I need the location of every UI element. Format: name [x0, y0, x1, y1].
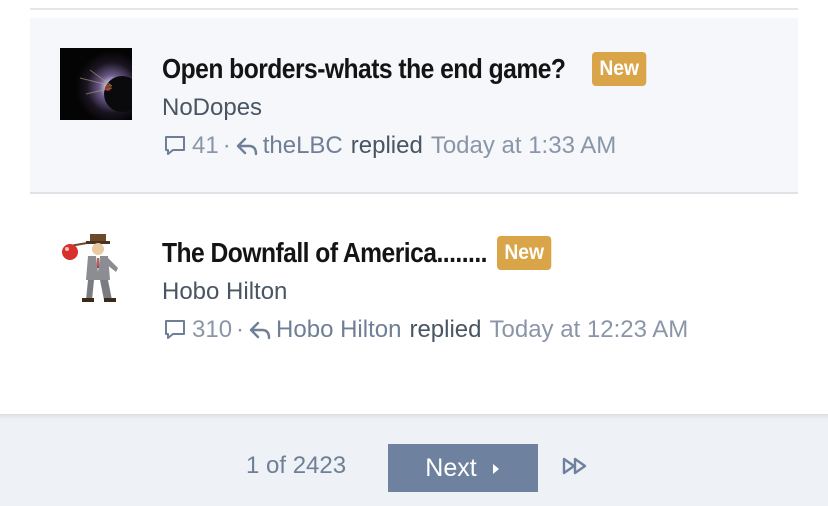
speech-bubble-icon: [162, 133, 188, 159]
next-page-button[interactable]: Next: [388, 444, 538, 492]
reply-verb: replied: [409, 316, 482, 343]
last-replier[interactable]: theLBC: [263, 132, 343, 160]
last-replier[interactable]: Hobo Hilton: [276, 316, 401, 344]
speech-bubble-icon: [162, 317, 188, 343]
reply-count: 41: [192, 132, 219, 159]
page-info[interactable]: 1 of 2423: [246, 452, 346, 480]
next-label: Next: [425, 453, 477, 482]
thread-title-row: The Downfall of America........ New: [162, 236, 557, 270]
thread-title-row: Open borders-whats the end game? New: [162, 52, 652, 86]
thread-item: Open borders-whats the end game? New NoD…: [30, 18, 798, 194]
thread-title[interactable]: Open borders-whats the end game?: [162, 53, 566, 85]
new-badge: New: [592, 52, 647, 86]
thread-author[interactable]: NoDopes: [162, 94, 262, 122]
separator: ·: [222, 132, 231, 159]
thread-meta: 41 · theLBC replied Today at 1:33 AM: [162, 132, 616, 160]
divider: [30, 8, 798, 10]
pagination-bar: 1 of 2423 Next: [0, 414, 828, 506]
separator: ·: [236, 316, 245, 343]
last-page-button[interactable]: [560, 456, 590, 480]
thread-meta: 310 · Hobo Hilton replied Today at 12:23…: [162, 316, 688, 344]
thread-title[interactable]: The Downfall of America........: [162, 237, 488, 269]
thread-item: The Downfall of America........ New Hobo…: [30, 194, 798, 376]
avatar[interactable]: [60, 48, 132, 120]
double-triangle-right-icon: [561, 456, 589, 481]
reply-verb: replied: [350, 132, 423, 159]
avatar[interactable]: [60, 232, 132, 304]
reply-arrow-icon: [248, 319, 272, 341]
thread-author[interactable]: Hobo Hilton: [162, 278, 287, 306]
thread-list: Open borders-whats the end game? New NoD…: [0, 0, 828, 414]
last-reply-time[interactable]: Today at 1:33 AM: [431, 132, 616, 160]
last-reply-time[interactable]: Today at 12:23 AM: [490, 316, 689, 344]
reply-count: 310: [192, 316, 233, 343]
caret-right-icon: [491, 454, 501, 483]
reply-arrow-icon: [235, 135, 259, 157]
new-badge: New: [497, 236, 552, 270]
